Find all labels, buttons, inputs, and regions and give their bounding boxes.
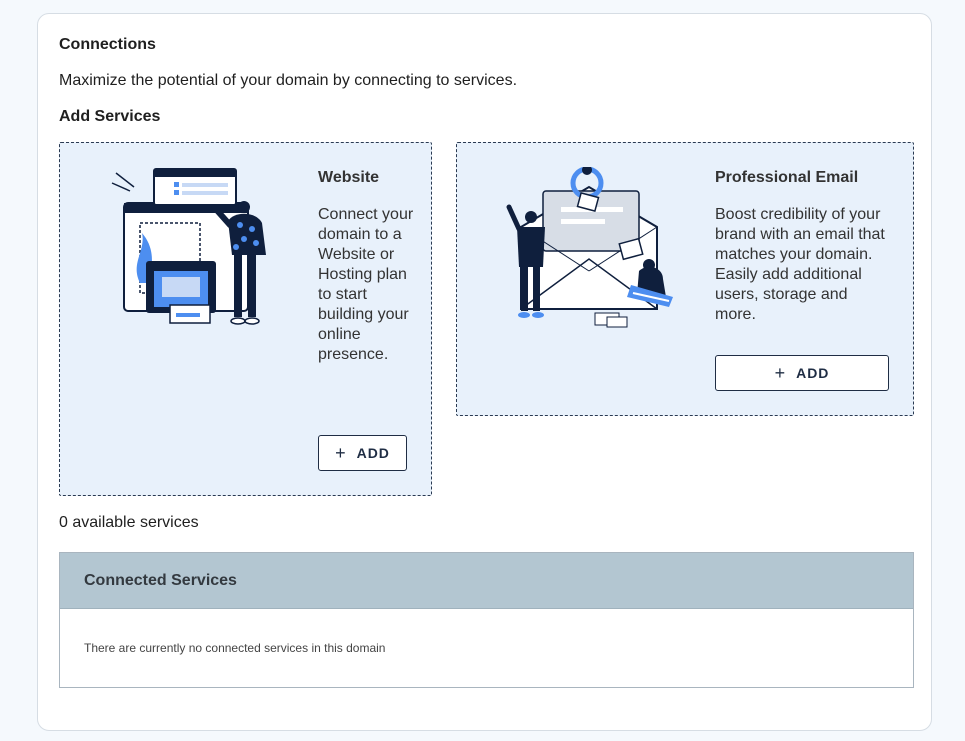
email-heading: Professional Email	[715, 169, 859, 186]
connections-panel: Connections Maximize the potential of yo…	[37, 13, 932, 731]
website-heading: Website	[318, 169, 380, 186]
page-title: Connections	[59, 36, 156, 53]
connected-services-empty-message: There are currently no connected service…	[84, 641, 386, 655]
add-services-heading: Add Services	[59, 108, 161, 125]
plus-icon: +	[774, 363, 787, 383]
website-description: Connect your domain to a Website or Host…	[318, 206, 414, 363]
page-subtitle: Maximize the potential of your domain by…	[59, 72, 518, 89]
add-website-button[interactable]: + ADD	[318, 435, 407, 471]
envelope-illustration-icon	[503, 165, 678, 332]
add-email-button[interactable]: + ADD	[715, 355, 889, 391]
available-services-count: 0 available services	[59, 514, 199, 531]
add-website-label: ADD	[356, 445, 390, 461]
connected-services-heading: Connected Services	[60, 553, 913, 609]
email-service-card: Professional Email Boost credibility of …	[456, 142, 914, 416]
plus-icon: +	[335, 443, 347, 463]
add-email-label: ADD	[796, 365, 830, 381]
connected-services-panel: Connected Services There are currently n…	[59, 552, 914, 688]
email-description: Boost credibility of your brand with an …	[715, 206, 885, 323]
website-service-card: Website Connect your domain to a Website…	[59, 142, 432, 496]
website-builder-illustration-icon	[110, 163, 280, 333]
